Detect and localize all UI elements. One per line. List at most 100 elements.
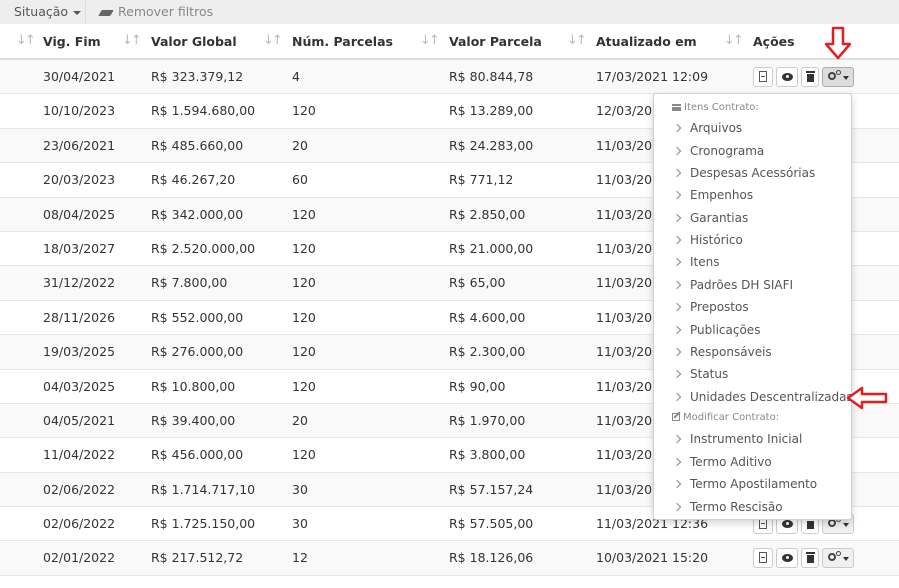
menu-item-termo-aditivo[interactable]: Termo Aditivo [672,452,772,472]
menu-item-historico[interactable]: Histórico [672,230,743,250]
chevron-right-icon [672,302,682,311]
menu-item-status[interactable]: Status [672,364,728,384]
cell-num-parcelas: 30 [292,516,308,532]
cell-valor-parcela: R$ 57.505,00 [449,516,534,532]
trash-icon [806,518,815,530]
cell-valor-global: R$ 1.594.680,00 [151,103,256,119]
column-header-acoes: Ações [753,34,795,49]
cell-vig-fim: 08/04/2025 [43,206,116,222]
chevron-right-icon [672,235,682,244]
remove-filters-button[interactable]: Remover filtros [98,0,214,24]
menu-item-responsaveis[interactable]: Responsáveis [672,342,772,362]
menu-item-despesas-acessorias[interactable]: Despesas Acessórias [672,163,815,183]
eye-icon [782,73,793,81]
table-row: 02/01/2022 R$ 217.512,72 12 R$ 18.126,06… [0,541,899,576]
more-actions-button[interactable] [822,67,854,87]
list-icon [672,103,681,111]
trash-icon [806,71,815,82]
cell-vig-fim: 04/05/2021 [43,412,116,428]
cell-num-parcelas: 30 [292,481,308,497]
sort-icon[interactable]: ↓↑ [567,24,587,58]
cell-vig-fim: 28/11/2026 [43,309,116,325]
chevron-right-icon [672,213,682,222]
cell-vig-fim: 30/04/2021 [43,69,116,84]
situacao-filter-dropdown[interactable]: Situação [0,0,86,24]
column-header-valor-parcela[interactable]: Valor Parcela [449,24,542,58]
menu-item-cronograma[interactable]: Cronograma [672,141,764,161]
view-button[interactable] [776,67,798,87]
chevron-right-icon [672,434,682,443]
cell-valor-parcela: R$ 18.126,06 [449,550,534,566]
cell-valor-global: R$ 323.379,12 [151,69,244,84]
dropdown-header-itens: Itens Contrato: [672,102,759,114]
eye-icon [782,520,793,529]
view-button[interactable] [776,548,798,569]
chevron-right-icon [672,457,682,466]
cell-valor-global: R$ 46.267,20 [151,172,236,188]
cell-valor-parcela: R$ 1.970,00 [449,412,526,428]
menu-item-label: Histórico [690,233,743,247]
sort-icon[interactable]: ↓↑ [420,24,440,58]
cell-vig-fim: 18/03/2027 [43,240,116,256]
caret-down-icon [843,557,849,562]
cell-valor-parcela: R$ 65,00 [449,275,506,291]
sort-icon[interactable]: ↓↑ [724,24,744,58]
cell-valor-parcela: R$ 3.800,00 [449,447,526,463]
column-header-vig-fim[interactable]: Vig. Fim [43,24,101,58]
menu-item-garantias[interactable]: Garantias [672,208,748,228]
pdf-icon [759,71,767,82]
delete-button[interactable] [801,548,819,569]
delete-button[interactable] [801,67,819,87]
chevron-right-icon [672,325,682,334]
cell-num-parcelas: 4 [292,69,300,84]
menu-item-itens[interactable]: Itens [672,252,719,272]
cell-valor-global: R$ 485.660,00 [151,137,244,153]
cell-num-parcelas: 120 [292,447,316,463]
table-row: 30/04/2021 R$ 323.379,12 4 R$ 80.844,78 … [0,60,899,95]
sort-icon[interactable]: ↓↑ [263,24,283,58]
menu-item-empenhos[interactable]: Empenhos [672,185,753,205]
cell-valor-global: R$ 1.714.717,10 [151,481,256,497]
pdf-icon [759,552,767,564]
sort-icon[interactable]: ↓↑ [16,24,36,58]
menu-item-padroes-dh-siafi[interactable]: Padrões DH SIAFI [672,275,793,295]
cell-valor-parcela: R$ 57.157,24 [449,481,534,497]
menu-item-arquivos[interactable]: Arquivos [672,118,742,138]
cell-valor-global: R$ 2.520.000,00 [151,240,256,256]
menu-item-label: Unidades Descentralizadas [690,390,853,404]
cell-valor-parcela: R$ 4.600,00 [449,309,526,325]
column-header-atualizado-em[interactable]: Atualizado em [596,24,697,58]
chevron-right-icon [672,502,682,511]
dropdown-header-modificar-label: Modificar Contrato: [683,412,780,423]
menu-item-label: Prepostos [690,300,749,314]
menu-item-publicacoes[interactable]: Publicações [672,320,760,340]
sort-icon[interactable]: ↓↑ [122,24,142,58]
column-header-num-parcelas[interactable]: Núm. Parcelas [292,24,393,58]
menu-item-unidades-descentralizadas[interactable]: Unidades Descentralizadas [672,387,853,407]
cell-vig-fim: 10/10/2023 [43,103,116,119]
pdf-button[interactable] [753,67,773,87]
menu-item-termo-rescisao[interactable]: Termo Rescisão [672,497,783,517]
dropdown-header-modificar: Modificar Contrato: [672,412,779,424]
cell-valor-global: R$ 7.800,00 [151,275,228,291]
cell-valor-parcela: R$ 90,00 [449,378,506,394]
menu-item-instrumento-inicial[interactable]: Instrumento Inicial [672,429,802,449]
cell-valor-global: R$ 552.000,00 [151,309,244,325]
more-actions-button[interactable] [822,548,854,569]
annotation-arrow-left-icon [846,386,888,410]
pdf-button[interactable] [753,548,773,569]
cell-num-parcelas: 120 [292,103,316,119]
chevron-right-icon [672,123,682,132]
remove-filters-label: Remover filtros [118,4,214,19]
cell-valor-global: R$ 1.725.150,00 [151,516,256,532]
gears-icon [828,517,841,528]
menu-item-label: Termo Aditivo [690,455,772,469]
column-header-valor-global[interactable]: Valor Global [151,24,237,58]
cell-num-parcelas: 120 [292,344,316,360]
chevron-right-icon [672,347,682,356]
dropdown-header-itens-label: Itens Contrato: [684,102,759,113]
menu-item-prepostos[interactable]: Prepostos [672,297,749,317]
menu-item-termo-apostilamento[interactable]: Termo Apostilamento [672,474,817,494]
cell-vig-fim: 23/06/2021 [43,137,116,153]
cell-vig-fim: 19/03/2025 [43,344,116,360]
